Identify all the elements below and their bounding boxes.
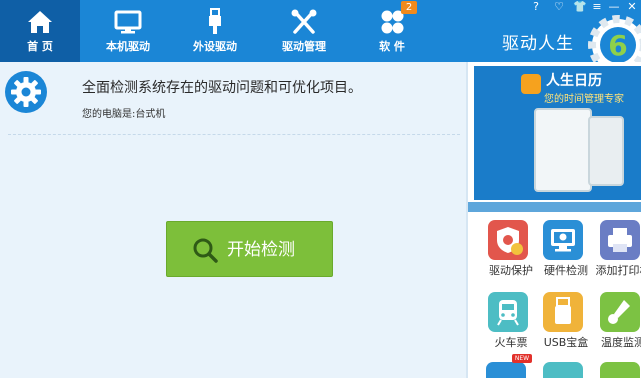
logo-digit: 6 (608, 29, 627, 62)
close-button[interactable]: ✕ (625, 0, 639, 14)
tab-peripheral-drivers[interactable]: 外设驱动 (175, 0, 255, 62)
software-update-badge: 2 (401, 1, 417, 14)
banner-title: 人生日历 (546, 73, 602, 89)
tool-row3-item-2[interactable] (543, 362, 583, 378)
top-navigation-bar: 首 页 本机驱动 外设驱动 驱动管理 软 件 2 ? ♡ 👕 ≡ — ✕ 驱动人… (0, 0, 641, 62)
thermometer-icon (600, 292, 640, 332)
new-badge: NEW (512, 354, 532, 363)
tool-row3-item-1[interactable] (486, 362, 526, 378)
tab-driver-management[interactable]: 驱动管理 (258, 0, 350, 62)
tab-driver-management-label: 驱动管理 (282, 40, 326, 53)
tool-driver-protection[interactable]: 驱动保护 (478, 220, 538, 290)
driver-genius-window: 首 页 本机驱动 外设驱动 驱动管理 软 件 2 ? ♡ 👕 ≡ — ✕ 驱动人… (0, 0, 641, 378)
shield-gear-icon (488, 220, 528, 260)
phone-screenshot-image (534, 108, 592, 192)
search-icon (193, 238, 218, 263)
banner-caption-strip (468, 202, 641, 212)
printer-icon (600, 220, 640, 260)
promo-banner[interactable]: 人生日历 您的时间管理专家 (474, 66, 641, 200)
divider (8, 134, 460, 135)
monitor-icon (114, 10, 142, 34)
tool-row3-item-3[interactable] (600, 362, 640, 378)
main-panel: 全面检测系统存在的驱动问题和可优化项目。 您的电脑是:台式机 开始检测 (0, 62, 466, 378)
brand-title: 驱动人生 (502, 34, 574, 54)
tool-add-printer[interactable]: 添加打印机 (590, 220, 641, 290)
banner-pager[interactable] (544, 192, 583, 196)
tab-home-label: 首 页 (27, 40, 53, 53)
help-button[interactable]: ? (529, 0, 543, 14)
tab-home[interactable]: 首 页 (0, 0, 80, 62)
tool-temperature-monitor[interactable]: 温度监测 (590, 292, 641, 362)
home-icon (28, 11, 52, 33)
phone-screenshot-image-2 (588, 116, 624, 186)
usb-box-icon (543, 292, 583, 332)
pc-type-label: 您的电脑是:台式机 (82, 109, 166, 120)
right-panel: 人生日历 您的时间管理专家 驱动保护 硬件检测 添加打印 火车票 USB宝盒 温… (468, 62, 641, 378)
favorite-button[interactable]: ♡ (552, 0, 566, 14)
tab-software-label: 软 件 (379, 40, 405, 53)
menu-button[interactable]: ≡ (590, 0, 604, 14)
tool-hardware-detect[interactable]: 硬件检测 (533, 220, 593, 290)
hardware-monitor-icon (543, 220, 583, 260)
banner-subtitle: 您的时间管理专家 (544, 94, 624, 105)
tool-usb-box[interactable]: USB宝盒 (533, 292, 593, 362)
start-scan-label: 开始检测 (227, 240, 295, 260)
usb-icon (209, 8, 221, 34)
wrench-screwdriver-icon (291, 9, 317, 34)
tool-train-tickets[interactable]: 火车票 (478, 292, 538, 362)
minimize-button[interactable]: — (607, 0, 621, 14)
tool-add-printer-label: 添加打印机 (595, 264, 641, 277)
train-icon (488, 292, 528, 332)
tab-local-drivers-label: 本机驱动 (106, 40, 150, 53)
tab-local-drivers[interactable]: 本机驱动 (86, 0, 170, 62)
start-scan-button[interactable]: 开始检测 (166, 221, 333, 277)
gear-icon (5, 71, 47, 113)
tool-temperature-monitor-label: 温度监测 (601, 336, 641, 349)
calendar-app-icon (521, 74, 541, 94)
tab-peripheral-drivers-label: 外设驱动 (193, 40, 237, 53)
scan-description: 全面检测系统存在的驱动问题和可优化项目。 (82, 80, 362, 96)
tab-software[interactable]: 软 件 (352, 0, 432, 62)
skin-button[interactable]: 👕 (573, 0, 587, 14)
